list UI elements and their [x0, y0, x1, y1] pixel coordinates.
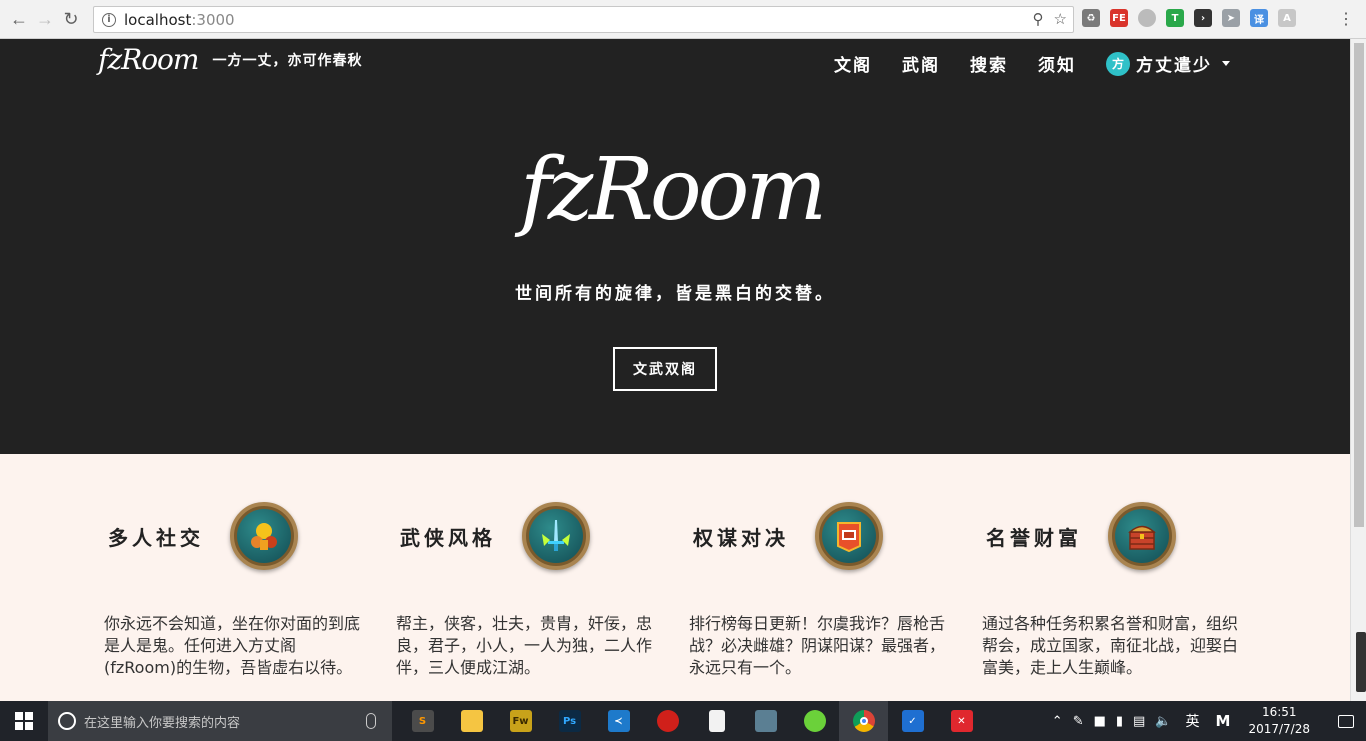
circle-icon[interactable] — [1138, 9, 1156, 27]
browser-toolbar: ← → ↻ i localhost:3000 ⚲ ☆ ♻ FE T › ➤ 译 … — [0, 0, 1366, 39]
xmind-icon[interactable]: ✕ — [937, 701, 986, 741]
top-nav: 文阁 武阁 搜索 须知 方 方丈遣少 — [834, 51, 1230, 76]
user-menu[interactable]: 方 方丈遣少 — [1106, 51, 1230, 76]
microphone-icon[interactable] — [366, 713, 376, 729]
ime-language[interactable]: 英 — [1186, 711, 1200, 731]
feature-desc: 通过各种任务积累名誉和财富，组织帮会，成立国家，南征北战，迎娶白富美，走上人生巅… — [982, 614, 1239, 677]
chevron-down-icon[interactable] — [1222, 61, 1230, 66]
info-icon[interactable]: i — [102, 12, 116, 27]
clock[interactable]: 16:51 2017/7/28 — [1248, 704, 1310, 738]
feature-title: 多人社交 — [108, 526, 204, 550]
multiplayer-icon — [230, 502, 298, 570]
user-name[interactable]: 方丈遣少 — [1136, 51, 1212, 76]
battery-icon[interactable]: ▮ — [1116, 714, 1123, 729]
enter-halls-button[interactable]: 文武双阁 — [613, 347, 717, 391]
feature-desc: 排行榜每日更新！尔虞我诈？唇枪舌战？必决雌雄？阴谋阳谋？最强者，永远只有一个。 — [689, 614, 946, 677]
chevron-up-icon[interactable]: ⌃ — [1052, 714, 1063, 729]
reload-icon[interactable]: ↻ — [58, 6, 84, 32]
network-icon[interactable] — [741, 701, 790, 741]
fireworks-icon[interactable]: Fw — [496, 701, 545, 741]
nav-item-search[interactable]: 搜索 — [970, 51, 1008, 76]
feature-title: 武侠风格 — [400, 526, 496, 550]
url-port: :3000 — [191, 10, 235, 29]
recycle-icon[interactable]: ♻ — [1082, 9, 1100, 27]
hero-logo: fzRoom — [514, 140, 827, 240]
scrollbar-thumb[interactable] — [1354, 43, 1364, 527]
sublime-icon[interactable]: S — [398, 701, 447, 741]
folder-icon[interactable] — [447, 701, 496, 741]
shield-icon[interactable]: ✓ — [888, 701, 937, 741]
photoshop-icon[interactable]: Ps — [545, 701, 594, 741]
terminal-icon[interactable]: › — [1194, 9, 1212, 27]
nvidia-icon[interactable]: ■ — [1094, 714, 1106, 729]
feature-desc: 你永远不会知道，坐在你对面的到底是人是鬼。任何进入方丈阁(fzRoom)的生物，… — [104, 614, 361, 677]
page-scrollbar[interactable] — [1350, 39, 1366, 701]
clock-date: 2017/7/28 — [1248, 722, 1310, 736]
nav-item-wuge[interactable]: 武阁 — [902, 51, 940, 76]
arrow-icon[interactable]: ➤ — [1222, 9, 1240, 27]
taskbar-search[interactable]: 在这里输入你要搜索的内容 — [48, 701, 392, 741]
wechat-icon[interactable] — [790, 701, 839, 741]
brand-motto: 一方一丈，亦可作春秋 — [212, 53, 363, 69]
windows-start-icon[interactable] — [0, 701, 48, 741]
document-icon[interactable] — [692, 701, 741, 741]
browser-menu-icon[interactable]: ⋮ — [1338, 9, 1354, 29]
a-icon[interactable]: A — [1278, 9, 1296, 27]
vscode-icon[interactable]: ≺ — [594, 701, 643, 741]
pen-icon[interactable]: ✎ — [1073, 714, 1084, 729]
volume-icon[interactable]: 🔈 — [1155, 714, 1171, 729]
cortana-icon — [58, 712, 76, 730]
url-host: localhost — [124, 10, 192, 29]
banner-icon — [815, 502, 883, 570]
sword-icon — [522, 502, 590, 570]
avatar[interactable]: 方 — [1106, 51, 1130, 76]
shield-t-icon[interactable]: T — [1166, 9, 1184, 27]
system-tray: ⌃ ✎ ■ ▮ ▤ 🔈 英 M 16:51 2017/7/28 — [1052, 701, 1366, 741]
ime-mode[interactable]: M — [1216, 712, 1231, 730]
side-widget[interactable] — [1356, 632, 1366, 692]
clock-time: 16:51 — [1261, 705, 1297, 719]
brand-logo[interactable]: fzRoom — [98, 43, 199, 76]
key-icon[interactable]: ⚲ — [1033, 10, 1044, 28]
taskbar-search-placeholder: 在这里输入你要搜索的内容 — [84, 715, 241, 731]
notification-icon[interactable] — [1326, 701, 1366, 741]
taskbar: 在这里输入你要搜索的内容 S Fw Ps ≺ ✓ ✕ ⌃ ✎ ■ ▮ ▤ 🔈 英… — [0, 701, 1366, 741]
feature-title: 权谋对决 — [693, 526, 789, 550]
nav-item-wenge[interactable]: 文阁 — [834, 51, 872, 76]
forward-arrow-icon[interactable]: → — [32, 6, 58, 32]
treasure-chest-icon — [1108, 502, 1176, 570]
network-tray-icon[interactable]: ▤ — [1133, 714, 1145, 729]
taskbar-apps: S Fw Ps ≺ ✓ ✕ — [398, 701, 986, 741]
feature-desc: 帮主，侠客，壮夫，贵胄，奸佞，忠良，君子，小人，一人为独，二人作伴，三人便成江湖… — [396, 614, 653, 677]
extension-bar: ♻ FE T › ➤ 译 A — [1082, 9, 1296, 27]
feature-title: 名誉财富 — [986, 526, 1082, 550]
hero-section: fzRoom 一方一丈，亦可作春秋 文阁 武阁 搜索 须知 方 方丈遣少 fzR… — [0, 39, 1350, 454]
page: fzRoom 一方一丈，亦可作春秋 文阁 武阁 搜索 须知 方 方丈遣少 fzR… — [0, 39, 1350, 701]
hero-logo-text: fzRoom — [514, 140, 823, 240]
brand[interactable]: fzRoom 一方一丈，亦可作春秋 — [98, 43, 362, 76]
address-bar[interactable]: i localhost:3000 ⚲ ☆ — [93, 6, 1074, 33]
tray-icons: ⌃ ✎ ■ ▮ ▤ 🔈 — [1052, 714, 1172, 729]
butterfly-icon[interactable] — [643, 701, 692, 741]
star-icon[interactable]: ☆ — [1054, 10, 1067, 28]
features-section: 多人社交 你永远不会知道，坐在你对面的到底是人是鬼。任何进入方丈阁(fzRoom… — [0, 454, 1350, 701]
back-arrow-icon[interactable]: ← — [6, 6, 32, 32]
fe-icon[interactable]: FE — [1110, 9, 1128, 27]
translate-label: 译 — [1254, 14, 1264, 26]
chrome-icon[interactable] — [839, 701, 888, 741]
hero-tagline: 世间所有的旋律，皆是黑白的交替。 — [515, 284, 835, 304]
nav-item-notice[interactable]: 须知 — [1038, 51, 1076, 76]
translate-icon[interactable]: 译 — [1250, 9, 1268, 27]
